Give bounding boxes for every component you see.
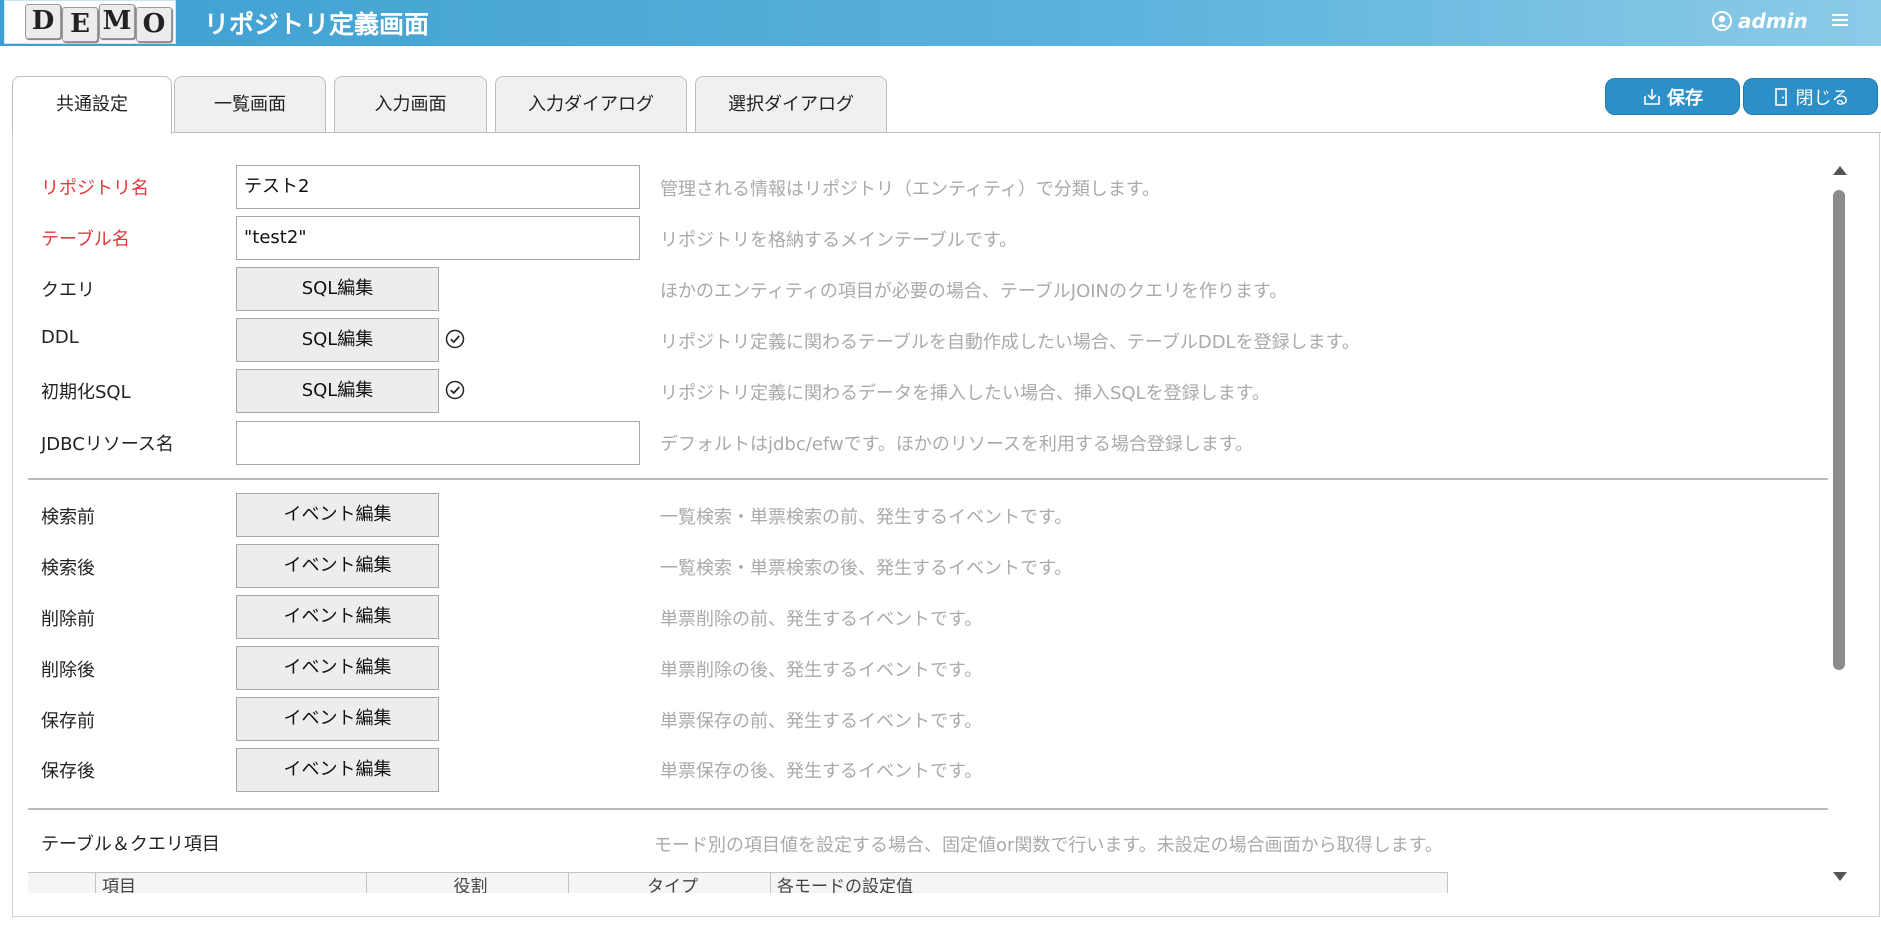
event-desc: 単票保存の前、発生するイベントです。: [660, 711, 983, 732]
repository-name-label: リポジトリ名: [41, 178, 149, 199]
app-header: D E M O リポジトリ定義画面 admin: [0, 0, 1881, 46]
logo-tile: O: [136, 7, 172, 42]
items-table-header: 項目 役割 タイプ 各モードの設定值: [28, 872, 1448, 893]
logo-tile: E: [62, 7, 98, 42]
init-sql-edit-button[interactable]: SQL編集: [236, 369, 439, 413]
column-header: 各モードの設定值: [771, 873, 1448, 893]
event-desc: 一覧検索・単票検索の前、発生するイベントです。: [660, 507, 1073, 528]
event-label: 削除前: [41, 609, 95, 630]
table-name-input[interactable]: "test2": [236, 216, 640, 260]
save-label: 保存: [1667, 87, 1703, 109]
query-desc: ほかのエンティティの項目が必要の場合、テーブルJOINのクエリを作ります。: [660, 281, 1288, 302]
table-name-label: テーブル名: [41, 229, 130, 250]
close-label: 閉じる: [1795, 87, 1850, 109]
tab-common-settings[interactable]: 共通設定: [12, 76, 172, 134]
demo-logo: D E M O: [4, 0, 176, 44]
event-label: 保存後: [41, 761, 95, 782]
section-divider: [28, 478, 1828, 480]
event-label: 保存前: [41, 711, 95, 732]
logo-tile: D: [25, 4, 61, 39]
user-menu[interactable]: admin: [1712, 7, 1808, 35]
table-query-items-desc: モード別の項目値を設定する場合、固定値or関数で行います。未設定の場合画面から取…: [654, 835, 1443, 856]
section-divider: [28, 808, 1828, 810]
event-edit-button[interactable]: イベント編集: [236, 595, 439, 639]
user-icon: [1712, 11, 1732, 31]
hamburger-menu-icon[interactable]: [1830, 10, 1850, 30]
event-edit-button[interactable]: イベント編集: [236, 646, 439, 690]
column-header: 項目: [96, 873, 367, 893]
tab-list-screen[interactable]: 一覧画面: [174, 76, 326, 132]
scrollbar-thumb[interactable]: [1833, 190, 1845, 670]
logo-tile: M: [99, 4, 135, 39]
tab-input-dialog[interactable]: 入力ダイアログ: [495, 76, 687, 132]
table-query-items-label: テーブル＆クエリ項目: [41, 834, 220, 855]
event-edit-button[interactable]: イベント編集: [236, 748, 439, 792]
close-button[interactable]: 閉じる: [1743, 78, 1878, 115]
page-title: リポジトリ定義画面: [204, 10, 430, 39]
user-name: admin: [1738, 9, 1808, 33]
door-icon: [1774, 87, 1787, 106]
ddl-sql-edit-button[interactable]: SQL編集: [236, 318, 439, 362]
tab-select-dialog[interactable]: 選択ダイアログ: [695, 76, 887, 132]
query-sql-edit-button[interactable]: SQL編集: [236, 267, 439, 311]
repository-name-desc: 管理される情報はリポジトリ（エンティティ）で分類します。: [660, 179, 1161, 200]
event-desc: 単票削除の後、発生するイベントです。: [660, 660, 983, 681]
event-edit-button[interactable]: イベント編集: [236, 697, 439, 741]
save-button[interactable]: 保存: [1605, 78, 1740, 115]
save-icon: [1644, 88, 1660, 105]
query-label: クエリ: [41, 280, 95, 301]
ddl-desc: リポジトリ定義に関わるテーブルを自動作成したい場合、テーブルDDLを登録します。: [660, 332, 1360, 353]
init-sql-desc: リポジトリ定義に関わるデータを挿入したい場合、挿入SQLを登録します。: [660, 383, 1270, 404]
event-desc: 単票保存の後、発生するイベントです。: [660, 761, 983, 782]
repository-name-input[interactable]: テスト2: [236, 165, 640, 209]
event-edit-button[interactable]: イベント編集: [236, 544, 439, 588]
column-header: タイプ: [569, 873, 771, 893]
event-edit-button[interactable]: イベント編集: [236, 493, 439, 537]
jdbc-resource-label: JDBCリソース名: [41, 434, 174, 455]
event-desc: 一覧検索・単票検索の後、発生するイベントです。: [660, 558, 1073, 579]
table-name-desc: リポジトリを格納するメインテーブルです。: [660, 230, 1018, 251]
event-desc: 単票削除の前、発生するイベントです。: [660, 609, 983, 630]
ddl-label: DDL: [41, 327, 79, 348]
jdbc-resource-desc: デフォルトはjdbc/efwです。ほかのリソースを利用する場合登録します。: [660, 434, 1254, 455]
column-header: 役割: [367, 873, 569, 893]
tab-input-screen[interactable]: 入力画面: [334, 76, 487, 132]
event-label: 検索前: [41, 507, 95, 528]
event-label: 検索後: [41, 558, 95, 579]
check-circle-icon: [445, 380, 465, 400]
scroll-down-arrow-icon[interactable]: [1833, 872, 1847, 881]
jdbc-resource-input[interactable]: [236, 421, 640, 465]
init-sql-label: 初期化SQL: [41, 382, 131, 403]
check-circle-icon: [445, 329, 465, 349]
event-label: 削除後: [41, 660, 95, 681]
scroll-up-arrow-icon[interactable]: [1833, 166, 1847, 175]
column-header: [28, 873, 96, 893]
